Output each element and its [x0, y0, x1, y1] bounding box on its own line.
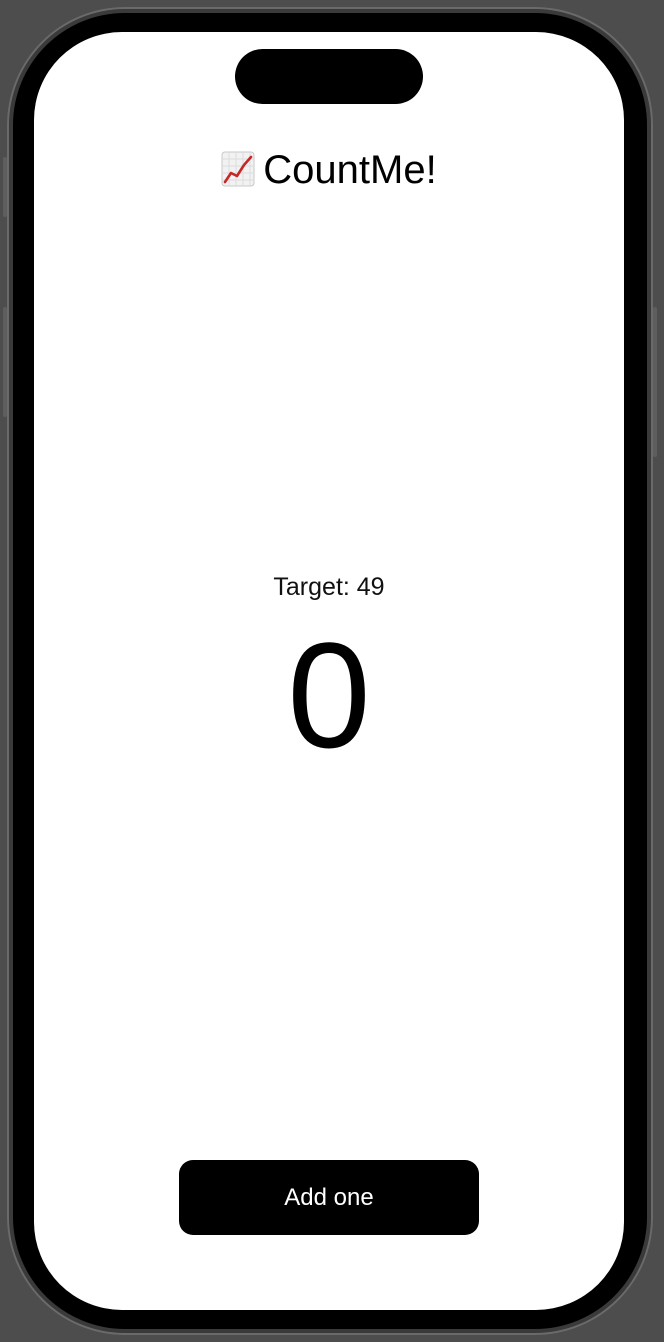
chart-increasing-icon [221, 151, 255, 187]
side-button [3, 307, 7, 417]
volume-button [3, 157, 7, 217]
power-button [653, 307, 657, 457]
app-title: CountMe! [34, 146, 624, 194]
add-one-button[interactable]: Add one [179, 1160, 479, 1235]
target-label: Target: 49 [273, 573, 385, 601]
dynamic-island [235, 49, 423, 104]
counter-value: 0 [287, 611, 371, 779]
app-title-text: CountMe! [263, 148, 437, 192]
app-screen: CountMe! Target: 49 0 Add one [34, 32, 624, 1310]
